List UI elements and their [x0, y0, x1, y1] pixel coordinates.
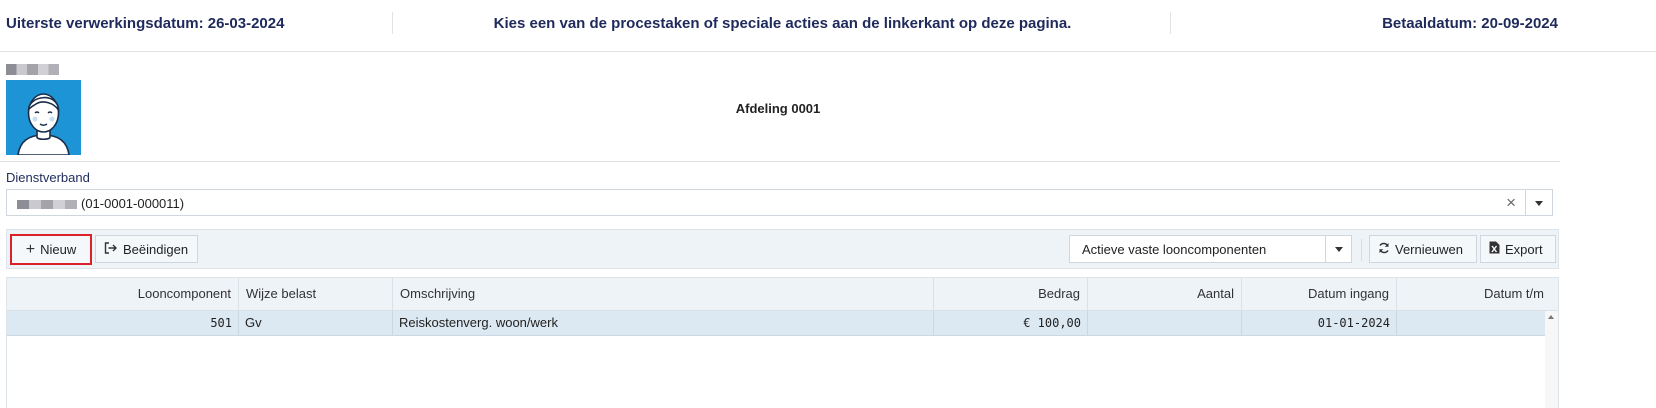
grid-toolbar: + Nieuw Beëindigen Actieve vaste looncom…: [6, 229, 1559, 269]
column-header-looncomponent[interactable]: Looncomponent: [7, 278, 239, 310]
filter-dropdown-toggle[interactable]: [1325, 236, 1351, 262]
chevron-down-icon: [1535, 200, 1543, 206]
cell-wijze-belast: Gv: [239, 311, 393, 335]
new-button-label: Nieuw: [40, 242, 77, 257]
chevron-down-icon: [1334, 247, 1343, 252]
new-button[interactable]: + Nieuw: [10, 234, 92, 265]
end-button-label: Beëindigen: [123, 241, 189, 257]
refresh-button[interactable]: Vernieuwen: [1369, 235, 1477, 263]
dienstverband-select[interactable]: (01-0001-000011) ×: [6, 189, 1553, 216]
component-filter-select[interactable]: Actieve vaste looncomponenten: [1069, 235, 1352, 263]
cell-omschrijving: Reiskostenverg. woon/werk: [393, 311, 934, 335]
dropdown-toggle[interactable]: [1525, 190, 1552, 215]
info-bar: Uiterste verwerkingsdatum: 26-03-2024 Ki…: [0, 0, 1656, 52]
instruction-text: Kies een van de procestaken of speciale …: [493, 15, 1072, 32]
export-button[interactable]: Export: [1480, 235, 1556, 263]
department-label: Afdeling 0001: [735, 101, 821, 116]
filter-value: Actieve vaste looncomponenten: [1082, 242, 1267, 257]
salary-components-grid: Looncomponent Wijze belast Omschrijving …: [6, 277, 1559, 408]
dienstverband-value: (01-0001-000011): [17, 196, 184, 211]
column-header-datum-tm[interactable]: Datum t/m: [1397, 278, 1551, 310]
scroll-up-icon[interactable]: [1548, 315, 1554, 319]
refresh-button-label: Vernieuwen: [1395, 241, 1463, 257]
cell-datum-ingang: 01-01-2024: [1242, 311, 1397, 335]
pay-date-text: Betaaldatum: 20-09-2024: [1382, 15, 1558, 32]
end-button[interactable]: Beëindigen: [95, 235, 198, 263]
vertical-scrollbar[interactable]: [1545, 311, 1558, 408]
plus-icon: +: [25, 240, 36, 258]
sign-out-icon: [104, 241, 118, 257]
redacted-name: [17, 200, 77, 210]
cell-datum-tm: [1397, 311, 1547, 335]
clear-icon[interactable]: ×: [1506, 193, 1516, 213]
cell-bedrag: € 100,00: [934, 311, 1088, 335]
divider: [1170, 12, 1171, 34]
employee-name-redacted: [6, 64, 59, 75]
refresh-icon: [1378, 242, 1390, 257]
column-header-aantal[interactable]: Aantal: [1088, 278, 1242, 310]
column-header-wijze-belast[interactable]: Wijze belast: [239, 278, 393, 310]
table-row[interactable]: 501 Gv Reiskostenverg. woon/werk € 100,0…: [7, 311, 1547, 336]
cell-aantal: [1088, 311, 1242, 335]
export-button-label: Export: [1505, 241, 1543, 257]
column-header-omschrijving[interactable]: Omschrijving: [393, 278, 934, 310]
column-header-datum-ingang[interactable]: Datum ingang: [1242, 278, 1397, 310]
user-avatar-icon: [6, 80, 81, 155]
column-header-bedrag[interactable]: Bedrag: [934, 278, 1088, 310]
excel-file-icon: [1489, 241, 1500, 257]
cell-looncomponent: 501: [7, 311, 239, 335]
divider: [0, 161, 1560, 162]
toolbar-divider: [1361, 239, 1362, 261]
grid-header: Looncomponent Wijze belast Omschrijving …: [7, 278, 1558, 311]
dienstverband-label: Dienstverband: [6, 170, 90, 185]
